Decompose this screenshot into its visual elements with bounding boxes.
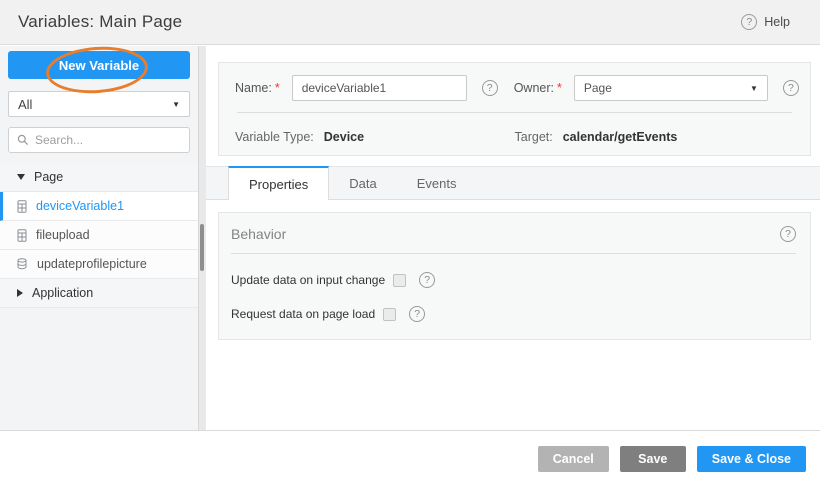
owner-select[interactable]: Page ▼ [574,75,768,101]
variable-summary-panel: Name: * Owner: * Page ▼ Variable Typ [218,62,811,156]
service-variable-icon [17,258,28,270]
tab-properties[interactable]: Properties [228,166,329,200]
main-content: Name: * Owner: * Page ▼ Variable Typ [206,46,820,430]
behavior-panel: Behavior Update data on input change Req… [218,212,811,340]
tree-item-devicevariable1[interactable]: deviceVariable1 [0,192,198,221]
tab-strip: Properties Data Events [206,166,820,200]
sidebar-scrollbar-thumb[interactable] [200,224,204,271]
caret-right-icon [17,289,23,297]
caret-down-icon [17,174,25,180]
variables-dialog: Variables: Main Page Help New Variable A… [0,0,820,486]
target-group: Target: calendar/getEvents [515,130,678,144]
variable-type-value: Device [324,130,364,144]
help-label: Help [764,15,790,29]
tab-label: Properties [249,177,308,192]
variable-filter-select[interactable]: All ▼ [8,91,190,117]
save-button[interactable]: Save [620,446,686,472]
tab-data[interactable]: Data [329,167,396,199]
help-button[interactable]: Help [741,14,790,30]
page-title: Variables: Main Page [18,12,182,32]
chevron-down-icon: ▼ [172,100,180,109]
name-owner-row: Name: * Owner: * Page ▼ [235,73,794,103]
save-and-close-button[interactable]: Save & Close [697,446,806,472]
footer-actions: Cancel Save Save & Close [0,430,820,486]
required-marker: * [557,81,562,95]
tree-item-label: deviceVariable1 [36,199,124,213]
panel-divider [237,112,792,113]
filter-selected-value: All [18,97,32,112]
tree-group-label: Page [34,170,63,184]
device-variable-icon [17,229,27,242]
update-data-option-row: Update data on input change [229,272,798,288]
behavior-help-icon[interactable] [780,226,796,242]
request-data-option-row: Request data on page load [229,306,798,322]
tab-label: Events [417,176,457,191]
name-input[interactable] [292,75,467,101]
title-bar: Variables: Main Page Help [0,0,820,45]
target-value: calendar/getEvents [563,130,678,144]
tree-group-page[interactable]: Page [0,163,198,192]
tree-group-label: Application [32,286,93,300]
request-data-help-icon[interactable] [409,306,425,322]
tree-item-label: updateprofilepicture [37,257,147,271]
request-data-checkbox[interactable] [383,308,396,321]
behavior-divider [231,253,796,254]
tree-group-application[interactable]: Application [0,279,198,308]
tree-item-updateprofilepicture[interactable]: updateprofilepicture [0,250,198,279]
chevron-down-icon: ▼ [750,84,758,93]
update-data-help-icon[interactable] [419,272,435,288]
update-data-label: Update data on input change [231,273,385,287]
cancel-button[interactable]: Cancel [538,446,609,472]
required-marker: * [275,81,280,95]
name-help-icon[interactable] [482,80,498,96]
name-label: Name: [235,81,272,95]
owner-label: Owner: [514,81,554,95]
search-box[interactable] [8,127,190,153]
device-variable-icon [17,200,27,213]
tab-label: Data [349,176,376,191]
request-data-label: Request data on page load [231,307,375,321]
behavior-header: Behavior [229,224,798,242]
sidebar-scrollbar[interactable] [199,46,206,430]
tree-item-fileupload[interactable]: fileupload [0,221,198,250]
variable-type-group: Variable Type: Device [235,130,515,144]
owner-group: Owner: * Page ▼ [514,75,799,101]
target-label: Target: [515,130,553,144]
behavior-title: Behavior [231,226,286,242]
variable-meta-row: Variable Type: Device Target: calendar/g… [235,130,794,144]
owner-help-icon[interactable] [783,80,799,96]
search-icon [17,134,29,146]
update-data-checkbox[interactable] [393,274,406,287]
search-input[interactable] [35,133,181,147]
help-icon [741,14,757,30]
sidebar-inner: New Variable All ▼ Page [0,46,199,430]
owner-selected-value: Page [584,81,612,95]
sidebar: New Variable All ▼ Page [0,46,206,430]
tree-item-label: fileupload [36,228,90,242]
new-variable-button[interactable]: New Variable [8,51,190,79]
variables-tree: Page deviceVariable1 [0,163,198,308]
tab-events[interactable]: Events [397,167,477,199]
variable-type-label: Variable Type: [235,130,314,144]
